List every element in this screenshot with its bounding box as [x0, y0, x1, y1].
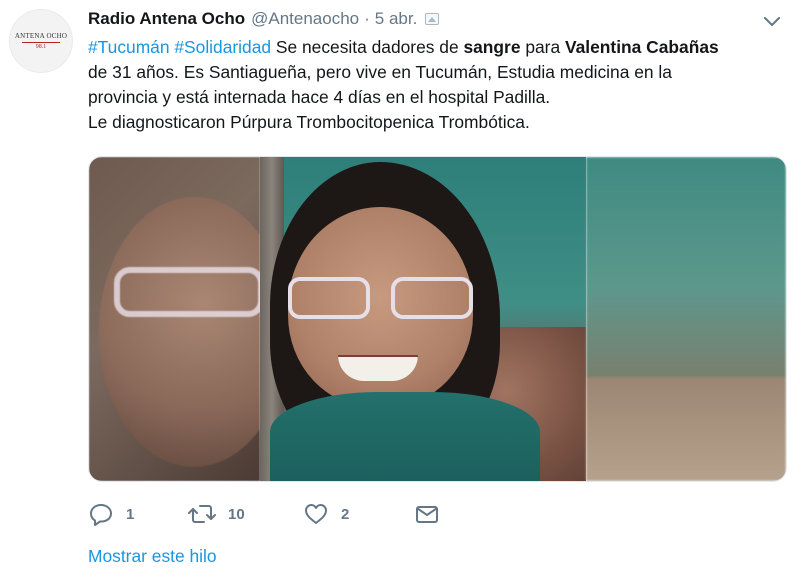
chevron-down-icon[interactable] — [762, 12, 782, 32]
retweet-button[interactable]: 10 — [188, 500, 303, 528]
media-icon — [425, 13, 440, 25]
text-bold-name: Valentina Cabañas — [564, 37, 719, 57]
tweet-text-line2: de 31 años. Es Santiagueña, pero vive en… — [88, 62, 672, 82]
photo-panel-right — [585, 157, 786, 481]
retweet-icon — [188, 505, 216, 523]
avatar-divider — [22, 42, 60, 43]
hashtag-solidaridad[interactable]: #Solidaridad — [174, 37, 271, 57]
like-button[interactable]: 2 — [303, 500, 415, 528]
reply-button[interactable]: 1 — [88, 500, 188, 528]
show-thread-link[interactable]: Mostrar este hilo — [88, 546, 217, 567]
tweet-text-line3: provincia y está internada hace 4 días e… — [88, 87, 551, 107]
reply-icon — [90, 504, 112, 526]
photo-detail — [99, 197, 260, 467]
tweet-text-line1: #Tucumán #Solidaridad Se necesita dadore… — [88, 35, 788, 60]
tweet-text: #Tucumán #Solidaridad Se necesita dadore… — [88, 35, 788, 135]
photo-panel-left — [89, 157, 260, 481]
tweet-text-line4: Le diagnosticaron Púrpura Trombocitopeni… — [88, 112, 530, 132]
avatar-text-line2: 98.1 — [35, 44, 47, 50]
tweet-timestamp[interactable]: 5 abr. — [375, 9, 418, 29]
photo-detail — [337, 355, 418, 381]
photo-detail — [287, 277, 473, 325]
separator-dot: · — [364, 9, 370, 28]
retweet-count: 10 — [228, 505, 245, 523]
like-count: 2 — [341, 505, 350, 523]
avatar-text-line1: ANTENA OCHO — [14, 32, 68, 40]
direct-message-icon — [416, 506, 438, 523]
tweet-header: Radio Antena Ocho @Antenaocho · 5 abr. — [88, 8, 440, 30]
author-name[interactable]: Radio Antena Ocho — [88, 9, 245, 29]
photo-detail — [114, 267, 260, 317]
heart-icon — [305, 504, 327, 524]
reply-count: 1 — [126, 505, 135, 523]
text-bold-sangre: sangre — [463, 37, 521, 57]
hashtag-tucuman[interactable]: #Tucumán — [88, 37, 170, 57]
tweet-actions: 1 10 2 — [88, 500, 445, 528]
author-handle[interactable]: @Antenaocho — [251, 9, 359, 29]
tweet-photo[interactable] — [88, 156, 787, 482]
photo-detail — [585, 377, 786, 481]
text-segment: Se necesita dadores de — [271, 37, 464, 57]
photo-panel-center — [259, 157, 586, 481]
avatar[interactable]: ANTENA OCHO 98.1 — [9, 9, 73, 73]
text-segment: para — [520, 37, 565, 57]
photo-detail — [269, 392, 540, 481]
direct-message-button[interactable] — [415, 500, 445, 528]
